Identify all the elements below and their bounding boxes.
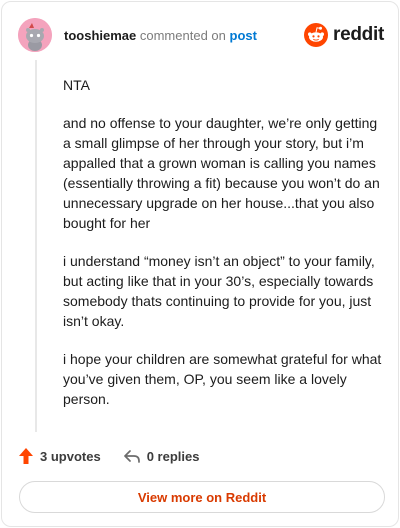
post-link[interactable]: post bbox=[230, 28, 257, 43]
replies-count: 0 replies bbox=[146, 448, 200, 464]
thread-line bbox=[35, 60, 37, 432]
snoo-avatar-icon bbox=[18, 18, 52, 52]
upvote-arrow-icon bbox=[19, 448, 33, 464]
username-link[interactable]: tooshiemae bbox=[64, 28, 136, 43]
reddit-wordmark: reddit bbox=[333, 24, 384, 45]
reply-arrow-icon bbox=[123, 450, 140, 463]
comment-actions: 3 upvotes 0 replies bbox=[18, 446, 378, 466]
comment-paragraph: i understand “money isn’t an object” to … bbox=[63, 253, 375, 329]
upvotes-count: 3 upvotes bbox=[40, 448, 101, 464]
view-more-button[interactable]: View more on Reddit bbox=[19, 481, 385, 513]
comment-byline: tooshiemae commented on post bbox=[64, 28, 257, 44]
comment-card: tooshiemae commented on post reddit NTA … bbox=[1, 1, 399, 527]
user-avatar[interactable] bbox=[18, 18, 52, 52]
comment-paragraph: NTA bbox=[63, 77, 90, 93]
comment-paragraph: i hope your children are somewhat gratef… bbox=[63, 351, 382, 407]
reddit-logo[interactable]: reddit bbox=[304, 21, 384, 49]
comment-body: NTA and no offense to your daughter, we’… bbox=[63, 75, 383, 427]
reddit-snoo-icon bbox=[304, 23, 329, 47]
upvote-button[interactable]: 3 upvotes bbox=[18, 447, 101, 465]
comment-paragraph: and no offense to your daughter, we’re o… bbox=[63, 115, 380, 231]
reply-button[interactable]: 0 replies bbox=[123, 448, 200, 464]
action-text: commented on bbox=[139, 28, 226, 43]
comment-header: tooshiemae commented on post reddit bbox=[18, 18, 384, 54]
